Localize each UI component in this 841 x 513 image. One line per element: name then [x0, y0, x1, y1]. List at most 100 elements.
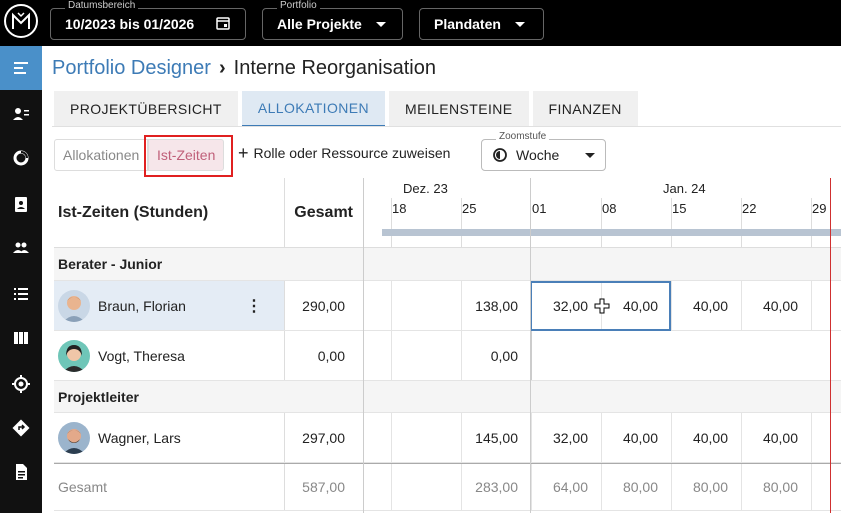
donut-icon[interactable]	[0, 136, 42, 180]
timeline-left-border	[363, 178, 364, 513]
week-cell[interactable]: 138,00	[461, 281, 531, 330]
week-cell[interactable]: 145,00	[461, 413, 531, 462]
portfolio-value: Alle Projekte	[277, 16, 362, 32]
breadcrumb-portfolio-link[interactable]: Portfolio Designer	[52, 57, 211, 80]
breadcrumb: Portfolio Designer › Interne Reorganisat…	[52, 57, 436, 80]
resource-row[interactable]: Vogt, Theresa 0,00 0,00	[54, 331, 841, 381]
people-icon[interactable]	[0, 226, 42, 270]
assign-role-button[interactable]: + Rolle oder Ressource zuweisen	[238, 143, 451, 163]
week-cell[interactable]: 40,00	[741, 413, 811, 462]
total-row-label: Gesamt	[58, 479, 108, 495]
resource-name: Braun, Florian	[98, 297, 186, 314]
week-cell[interactable]: 40,00	[601, 413, 671, 462]
total-row: Gesamt 587,00 283,00 64,00 80,00 80,00 8…	[54, 463, 841, 511]
tabs-divider	[52, 126, 841, 127]
resource-name: Vogt, Theresa	[98, 347, 185, 364]
tab-finanzen[interactable]: FINANZEN	[532, 91, 638, 127]
total-cell: 290,00	[284, 281, 363, 330]
group-row: Projektleiter	[54, 381, 841, 413]
week-label: 08	[602, 201, 617, 216]
week-cell: 283,00	[461, 464, 531, 510]
total-cell: 0,00	[284, 331, 363, 380]
portfolio-select[interactable]: Portfolio Alle Projekte	[262, 0, 403, 40]
week-cell[interactable]	[363, 331, 391, 380]
week-cell: 80,00	[601, 464, 671, 510]
week-label: 15	[672, 201, 687, 216]
total-column-header: Gesamt	[284, 178, 363, 248]
week-cell[interactable]	[363, 281, 391, 330]
chevron-down-icon	[375, 21, 386, 27]
tab-allokationen[interactable]: ALLOKATIONEN	[241, 91, 386, 127]
week-divider	[811, 198, 812, 248]
app-logo[interactable]	[4, 4, 38, 38]
resource-name-cell: Braun, Florian ⋮	[54, 281, 284, 330]
week-cell[interactable]	[391, 413, 461, 462]
data-mode-value: Plandaten	[434, 16, 501, 32]
today-marker	[830, 178, 831, 513]
zoom-label: Zoomstufe	[496, 131, 550, 142]
assign-role-label: Rolle oder Ressource zuweisen	[253, 145, 451, 161]
zoom-select[interactable]: Zoomstufe Woche	[481, 131, 606, 171]
month-label: Jan. 24	[663, 181, 706, 196]
date-range-value: 10/2023 bis 01/2026	[65, 16, 195, 32]
project-duration-bar	[382, 229, 841, 236]
week-cell[interactable]	[363, 413, 391, 462]
week-cell[interactable]: 32,00	[531, 413, 601, 462]
plus-icon: +	[238, 143, 249, 163]
group-row: Berater - Junior	[54, 248, 841, 281]
week-cell[interactable]: 40,00	[671, 413, 741, 462]
resource-row[interactable]: Wagner, Lars 297,00 145,00 32,00 40,00 4…	[54, 413, 841, 463]
date-range-label: Datumsbereich	[65, 0, 139, 11]
week-divider	[461, 198, 462, 248]
zoom-level-icon	[493, 148, 507, 162]
list-icon[interactable]	[0, 272, 42, 316]
week-cell[interactable]	[391, 331, 461, 380]
week-cell[interactable]	[811, 281, 841, 330]
directions-icon[interactable]	[0, 406, 42, 450]
resource-name: Wagner, Lars	[98, 429, 181, 446]
resource-name-cell: Vogt, Theresa	[54, 331, 284, 380]
week-divider	[671, 198, 672, 248]
move-cursor-icon	[594, 298, 610, 319]
more-vert-icon[interactable]: ⋮	[246, 296, 262, 316]
resource-name-cell: Wagner, Lars	[54, 413, 284, 462]
week-divider	[741, 198, 742, 248]
sidebar	[0, 46, 42, 513]
week-cell: 64,00	[531, 464, 601, 510]
clipboard-person-icon[interactable]	[0, 182, 42, 226]
tab-projektuebersicht[interactable]: PROJEKTÜBERSICHT	[54, 91, 238, 127]
chevron-down-icon	[585, 152, 595, 158]
week-cell[interactable]: 40,00	[741, 281, 811, 330]
total-cell: 297,00	[284, 413, 363, 462]
breadcrumb-separator: ›	[218, 57, 226, 79]
columns-icon[interactable]	[0, 316, 42, 360]
avatar	[58, 289, 90, 322]
month-divider	[530, 178, 531, 513]
week-cell: 80,00	[671, 464, 741, 510]
portfolio-label: Portfolio	[277, 0, 320, 11]
week-cell	[391, 464, 461, 510]
week-cell: 80,00	[741, 464, 811, 510]
toggle-allokationen[interactable]: Allokationen	[54, 139, 149, 171]
week-cell[interactable]: 40,00	[671, 281, 741, 330]
timeline-header: Dez. 23 Jan. 24 18 25 01 08 15 22 29	[363, 178, 841, 248]
avatar	[58, 421, 90, 454]
person-list-icon[interactable]	[0, 92, 42, 136]
week-cell[interactable]	[391, 281, 461, 330]
resource-row[interactable]: Braun, Florian ⋮ 290,00 138,00 32,00 40,…	[54, 281, 841, 331]
tab-meilensteine[interactable]: MEILENSTEINE	[389, 91, 529, 127]
week-cell[interactable]	[811, 413, 841, 462]
tab-bar: PROJEKTÜBERSICHT ALLOKATIONEN MEILENSTEI…	[54, 91, 642, 127]
week-cell[interactable]	[531, 331, 601, 380]
week-cell[interactable]: 0,00	[461, 331, 531, 380]
page-title: Interne Reorganisation	[233, 57, 436, 79]
date-range-select[interactable]: Datumsbereich 10/2023 bis 01/2026	[50, 0, 246, 40]
top-bar: Datumsbereich 10/2023 bis 01/2026 Portfo…	[0, 0, 841, 46]
document-icon[interactable]	[0, 450, 42, 494]
week-divider	[391, 198, 392, 248]
target-icon[interactable]	[0, 362, 42, 406]
week-cell	[811, 464, 841, 510]
data-mode-select[interactable]: Plandaten	[419, 8, 544, 40]
month-label: Dez. 23	[403, 181, 448, 196]
menu-icon[interactable]	[0, 46, 42, 90]
